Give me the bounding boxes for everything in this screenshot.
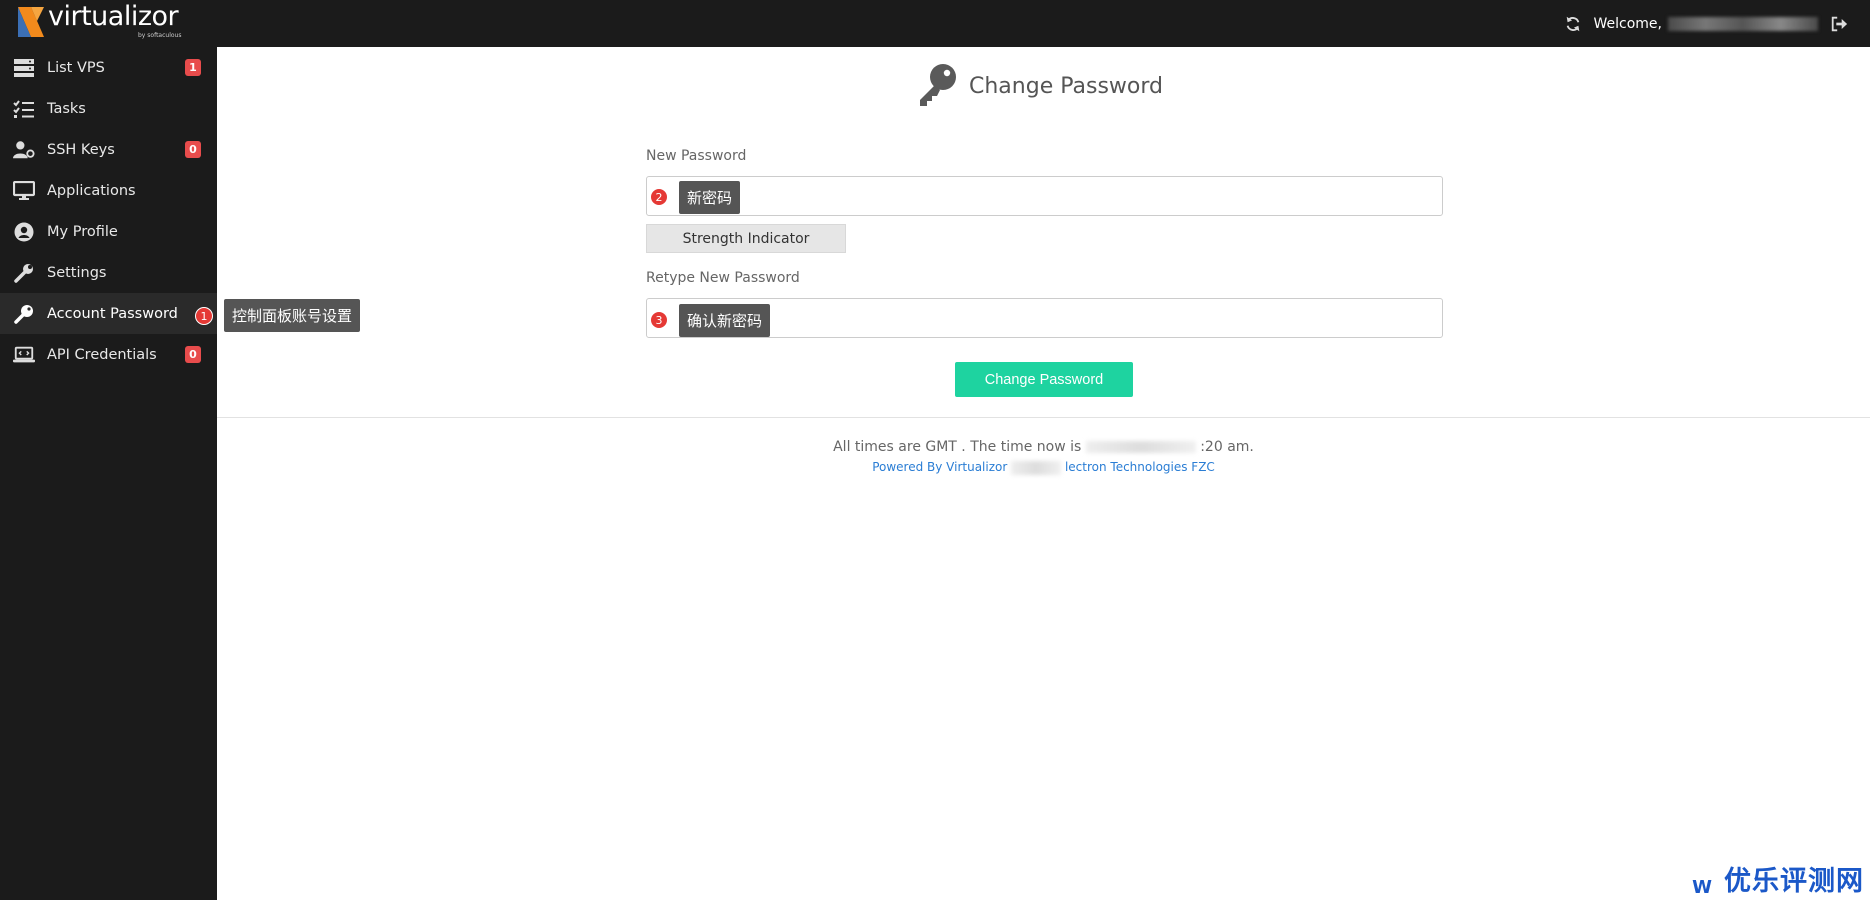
redacted-time bbox=[1085, 441, 1196, 453]
top-right-area: Welcome, bbox=[1564, 0, 1870, 47]
callout-confirm-password: 确认新密码 bbox=[679, 304, 771, 337]
page-heading: Change Password bbox=[915, 63, 1163, 109]
sidebar-item-label: Settings bbox=[47, 264, 107, 281]
strength-indicator: Strength Indicator bbox=[646, 224, 846, 253]
sidebar-item-label: Account Password bbox=[47, 305, 178, 322]
welcome-text: Welcome, bbox=[1593, 15, 1663, 32]
sidebar-item-label: Applications bbox=[47, 182, 136, 199]
wrench-icon bbox=[13, 262, 35, 284]
retype-password-label: Retype New Password bbox=[646, 270, 800, 286]
callout-number-3: 3 bbox=[650, 311, 668, 329]
sidebar-item-settings[interactable]: Settings bbox=[0, 252, 217, 293]
redacted-company bbox=[1011, 460, 1062, 475]
sidebar-item-label: Tasks bbox=[47, 100, 86, 117]
watermark-text: 优乐评测网 bbox=[1724, 866, 1864, 897]
user-key-icon bbox=[13, 139, 35, 161]
sidebar-item-label: API Credentials bbox=[47, 346, 157, 363]
ssh-keys-badge: 0 bbox=[185, 141, 201, 158]
powered-by-suffix: lectron Technologies FZC bbox=[1064, 460, 1215, 474]
sidebar: List VPS 1 Tasks SSH Keys 0 Applications… bbox=[0, 47, 217, 900]
sidebar-item-api-credentials[interactable]: API Credentials 0 bbox=[0, 334, 217, 375]
new-password-input[interactable] bbox=[646, 176, 1443, 216]
footer-time-suffix: :20 am. bbox=[1200, 439, 1254, 455]
callout-new-password: 新密码 bbox=[679, 181, 741, 214]
logout-icon[interactable] bbox=[1830, 15, 1848, 33]
refresh-icon[interactable] bbox=[1564, 15, 1582, 33]
sidebar-item-account-password[interactable]: Account Password bbox=[0, 293, 217, 334]
change-password-button[interactable]: Change Password bbox=[955, 362, 1133, 397]
logo-text: virtualizor bbox=[48, 1, 179, 32]
sidebar-item-label: SSH Keys bbox=[47, 141, 115, 158]
logo-subtext: by softaculous bbox=[138, 32, 182, 39]
laptop-code-icon bbox=[13, 344, 35, 366]
top-bar: virtualizor by softaculous Welcome, bbox=[0, 0, 1870, 47]
sidebar-item-ssh-keys[interactable]: SSH Keys 0 bbox=[0, 129, 217, 170]
footer-powered-by[interactable]: Powered By Virtualizor lectron Technolog… bbox=[217, 460, 1870, 475]
sidebar-item-my-profile[interactable]: My Profile bbox=[0, 211, 217, 252]
server-icon bbox=[13, 57, 35, 79]
sidebar-item-list-vps[interactable]: List VPS 1 bbox=[0, 47, 217, 88]
footer-divider bbox=[217, 417, 1870, 418]
sidebar-item-label: List VPS bbox=[47, 59, 105, 76]
logo-mark-icon bbox=[18, 7, 44, 37]
callout-number-2: 2 bbox=[650, 188, 668, 206]
footer-time-prefix: All times are GMT . The time now is bbox=[833, 439, 1082, 455]
virtualizor-logo[interactable]: virtualizor by softaculous bbox=[18, 1, 188, 42]
monitor-icon bbox=[13, 180, 35, 202]
key-icon bbox=[920, 64, 956, 106]
api-credentials-badge: 0 bbox=[185, 346, 201, 363]
key-icon bbox=[13, 303, 35, 325]
sidebar-item-applications[interactable]: Applications bbox=[0, 170, 217, 211]
sidebar-item-label: My Profile bbox=[47, 223, 118, 240]
new-password-label: New Password bbox=[646, 148, 747, 164]
list-vps-badge: 1 bbox=[185, 59, 201, 76]
redacted-username bbox=[1668, 16, 1818, 31]
watermark-w: W bbox=[1692, 877, 1712, 898]
sidebar-item-tasks[interactable]: Tasks bbox=[0, 88, 217, 129]
tasks-icon bbox=[13, 98, 35, 120]
user-circle-icon bbox=[13, 221, 35, 243]
callout-number-1: 1 bbox=[195, 307, 213, 325]
footer-time: All times are GMT . The time now is :20 … bbox=[217, 439, 1870, 455]
callout-account-settings: 控制面板账号设置 bbox=[224, 299, 361, 332]
watermark: W 优乐评测网 bbox=[1692, 859, 1864, 898]
powered-by-prefix: Powered By Virtualizor bbox=[872, 460, 1008, 474]
page-title: Change Password bbox=[969, 73, 1163, 99]
